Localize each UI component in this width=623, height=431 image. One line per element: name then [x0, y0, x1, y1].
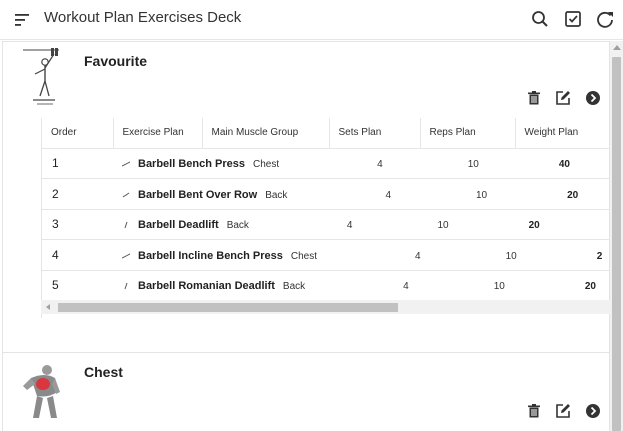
scroll-left-arrow-icon[interactable] — [46, 304, 50, 310]
muscle-group: Chest — [290, 250, 318, 262]
muscle-group: Back — [226, 220, 249, 232]
weightlifter-icon — [23, 48, 59, 105]
sets-value: 4 — [377, 159, 383, 171]
edit-icon[interactable] — [554, 89, 572, 107]
weight-value: 20 — [528, 220, 540, 232]
exercise-icon — [124, 221, 128, 229]
exercise-icon — [122, 192, 130, 197]
column-header-sets-plan[interactable]: Sets Plan — [329, 118, 421, 149]
favourite-card: Favourite Order Exercise Plan Main Muscl… — [2, 41, 610, 353]
weight-value: 40 — [558, 159, 570, 171]
vertical-scrollbar[interactable] — [610, 41, 623, 431]
sets-value: 4 — [346, 220, 353, 232]
muscle-group: Back — [265, 189, 288, 201]
row-order: 5 — [42, 270, 113, 301]
chest-title: Chest — [84, 364, 123, 380]
chest-muscle-icon — [23, 365, 60, 418]
exercise-icon — [124, 282, 128, 290]
table-header-row: Order Exercise Plan Main Muscle Group Se… — [42, 118, 610, 149]
exercise-name: Barbell Deadlift — [138, 219, 219, 232]
search-icon[interactable] — [529, 8, 551, 30]
favourite-title: Favourite — [84, 53, 148, 69]
exercise-icon — [122, 161, 130, 167]
refresh-icon[interactable] — [594, 8, 616, 30]
horizontal-scroll-thumb[interactable] — [58, 303, 398, 312]
row-order: 4 — [42, 239, 113, 271]
row-order: 3 — [42, 209, 113, 240]
exercise-name: Barbell Incline Bench Press — [138, 249, 283, 262]
weight-value: 20 — [567, 189, 579, 201]
column-header-order[interactable]: Order — [42, 118, 114, 149]
sets-value: 4 — [415, 250, 421, 262]
reps-value: 10 — [476, 189, 488, 201]
weight-value: 20 — [584, 281, 596, 293]
delete-icon[interactable] — [525, 402, 543, 420]
table-row[interactable]: 4 Barbell Incline Bench Press Chest 4 10 2 — [42, 239, 610, 271]
table-row[interactable]: 5 Barbell Romanian Deadlift Back 4 10 20 — [42, 270, 610, 301]
muscle-group: Chest — [253, 159, 280, 171]
reps-value: 10 — [467, 159, 479, 171]
deck-content: Favourite Order Exercise Plan Main Muscl… — [0, 41, 610, 431]
sets-value: 4 — [385, 189, 391, 201]
column-header-main-muscle-group[interactable]: Main Muscle Group — [202, 118, 330, 149]
edit-icon[interactable] — [554, 402, 572, 420]
checkbox-icon[interactable] — [562, 8, 584, 30]
weight-value: 2 — [596, 250, 603, 262]
exercise-table: Order Exercise Plan Main Muscle Group Se… — [41, 118, 610, 318]
app-title: Workout Plan Exercises Deck — [44, 9, 242, 26]
table-row[interactable]: 2 Barbell Bent Over Row Back 4 10 20 — [42, 178, 610, 210]
table-row[interactable]: 3 Barbell Deadlift Back 4 10 20 — [42, 209, 610, 240]
exercise-name: Barbell Bench Press — [138, 158, 245, 171]
table-row[interactable]: 1 Barbell Bench Press Chest 4 10 40 — [42, 148, 610, 179]
chest-card: Chest — [2, 352, 610, 431]
vertical-scroll-thumb[interactable] — [612, 57, 621, 431]
next-icon[interactable] — [584, 89, 602, 107]
row-order: 1 — [42, 148, 113, 179]
horizontal-scrollbar[interactable] — [41, 300, 610, 314]
sets-value: 4 — [403, 281, 409, 293]
column-header-reps-plan[interactable]: Reps Plan — [420, 118, 516, 149]
muscle-group: Back — [282, 281, 306, 293]
column-header-weight-plan[interactable]: Weight Plan — [515, 118, 610, 149]
reps-value: 10 — [437, 220, 449, 232]
row-order: 2 — [42, 178, 113, 210]
delete-icon[interactable] — [525, 89, 543, 107]
next-icon[interactable] — [584, 402, 602, 420]
exercise-name: Barbell Romanian Deadlift — [138, 280, 275, 293]
exercise-name: Barbell Bent Over Row — [138, 188, 258, 201]
scroll-up-arrow-icon[interactable] — [613, 45, 621, 50]
column-header-exercise-plan[interactable]: Exercise Plan — [113, 118, 203, 149]
top-app-bar: Workout Plan Exercises Deck — [0, 0, 623, 40]
reps-value: 10 — [493, 281, 505, 293]
reps-value: 10 — [505, 250, 517, 262]
menu-icon[interactable] — [12, 10, 32, 30]
exercise-icon — [122, 253, 130, 259]
